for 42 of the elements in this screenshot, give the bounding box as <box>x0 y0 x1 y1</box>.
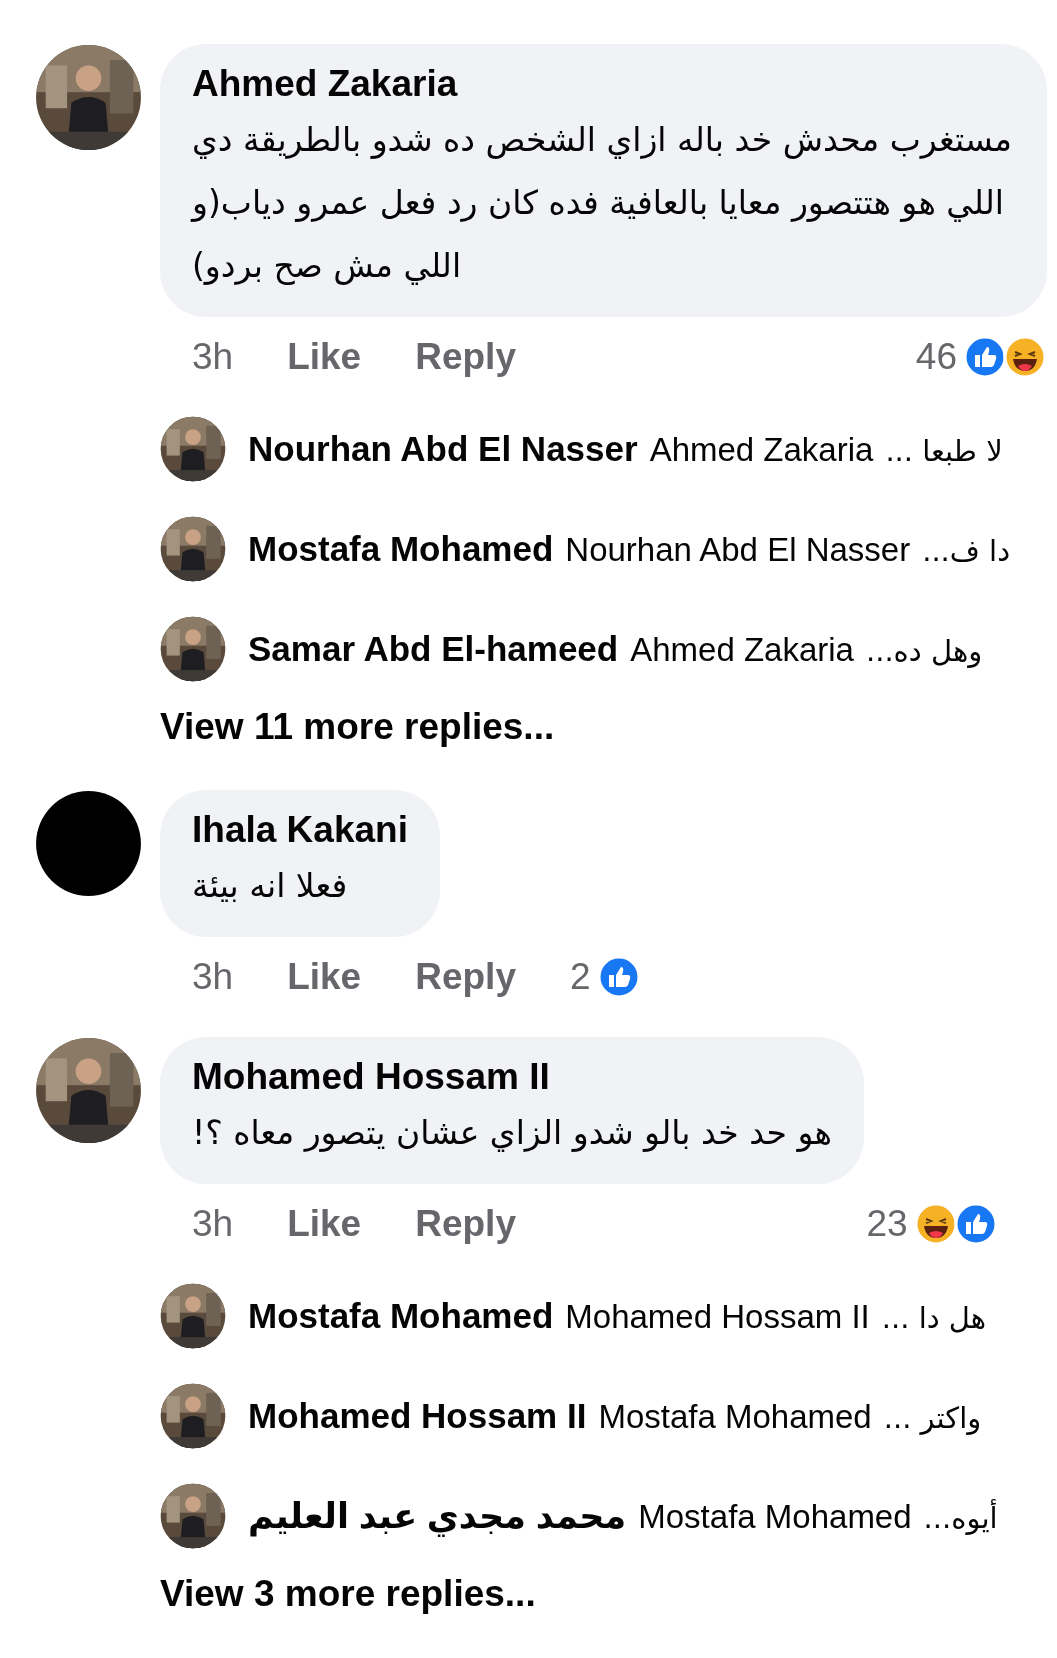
like-reaction-icon <box>953 1202 998 1246</box>
mention[interactable]: Mostafa Mohamed <box>598 1398 872 1436</box>
like-link[interactable]: Like <box>287 336 362 378</box>
author-name[interactable]: Ahmed Zakaria <box>192 60 1015 108</box>
author-name[interactable]: Ihala Kakani <box>192 806 408 854</box>
reply-text: لا طبعا ... <box>885 434 1003 468</box>
like-link[interactable]: Like <box>287 956 362 998</box>
reaction-count[interactable]: 46 <box>915 336 957 378</box>
comment-text: هو حد خد بالو شدو الزاي عشان يتصور معاه ؟! <box>192 1112 832 1154</box>
reply-author[interactable]: محمد مجدي عبد العليم <box>248 1496 627 1536</box>
laughing-reaction-icon <box>1003 335 1047 379</box>
timestamp[interactable]: 3h <box>192 956 234 998</box>
comment-text: فعلا انه بيئة <box>192 865 349 907</box>
reply-author[interactable]: Nourhan Abd El Nasser <box>248 429 638 469</box>
reply-text: واكتر ... <box>883 1401 982 1435</box>
mention[interactable]: Mohamed Hossam II <box>565 1298 870 1336</box>
reply-text: وهل ده... <box>865 634 983 668</box>
reply-link[interactable]: Reply <box>415 336 516 378</box>
like-link[interactable]: Like <box>287 1203 362 1245</box>
timestamp[interactable]: 3h <box>192 1203 234 1245</box>
avatar[interactable] <box>35 790 142 897</box>
reply-text: دا ف... <box>922 534 1011 568</box>
reply-text: أيوه... <box>923 1501 998 1535</box>
reply-author[interactable]: Mostafa Mohamed <box>248 529 554 569</box>
mention[interactable]: Ahmed Zakaria <box>649 431 874 469</box>
mention[interactable]: Nourhan Abd El Nasser <box>565 531 911 569</box>
mention[interactable]: Mostafa Mohamed <box>638 1498 912 1536</box>
reply-text: هل دا ... <box>881 1301 987 1335</box>
reply-author[interactable]: Samar Abd El-hameed <box>248 629 619 669</box>
reply-author[interactable]: Mostafa Mohamed <box>248 1296 554 1336</box>
reaction-count[interactable]: 2 <box>569 956 591 998</box>
reaction-count[interactable]: 23 <box>866 1203 908 1245</box>
reply-author[interactable]: Mohamed Hossam II <box>248 1396 587 1436</box>
view-more-replies-link[interactable]: View 3 more replies... <box>160 1566 998 1622</box>
mention[interactable]: Ahmed Zakaria <box>630 631 854 669</box>
comment-text: مستغرب محدش خد باله ازاي الشخص ده شدو بالطريقة دي اللي هو هتتصور معايا بالعافية فده كان رد فعل عمرو دياب(و اللي مش صح بردو) <box>192 119 1014 287</box>
like-reaction-icon <box>963 335 1007 379</box>
view-more-replies-link[interactable]: View 11 more replies... <box>160 699 1011 755</box>
author-name[interactable]: Mohamed Hossam II <box>192 1053 832 1101</box>
timestamp[interactable]: 3h <box>192 336 234 378</box>
reply-link[interactable]: Reply <box>415 956 516 998</box>
reply-link[interactable]: Reply <box>415 1203 516 1245</box>
